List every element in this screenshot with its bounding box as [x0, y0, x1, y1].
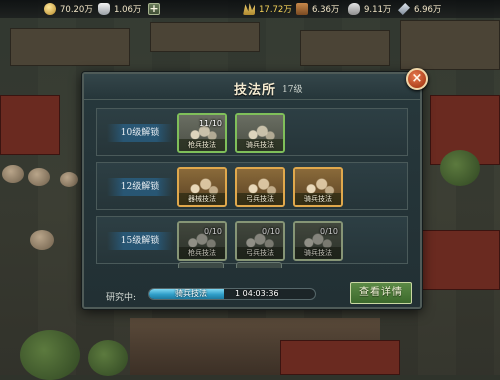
skill-card[interactable]: 0/10 枪兵技法	[177, 221, 227, 261]
stone-icon	[348, 3, 360, 15]
silver-ingot-icon	[98, 3, 110, 15]
research-skill-name: 骑兵技法	[175, 289, 207, 298]
tier-row: 15级解锁 0/10 枪兵技法 0/10 弓兵技法 0/10 骑兵技法	[96, 216, 408, 264]
skill-card[interactable]: 器械技法	[177, 167, 227, 207]
resource-iron: 6.96万	[398, 2, 441, 16]
panel-header: 技法所 17级	[84, 74, 420, 100]
next-tier-card-peek	[178, 262, 224, 268]
skill-progress-count: 11/10	[198, 119, 222, 128]
wood-icon	[296, 3, 308, 15]
view-details-button[interactable]: 查看详情	[350, 282, 412, 304]
coin-amount: 70.20万	[60, 5, 93, 15]
skill-name: 骑兵技法	[295, 193, 341, 205]
stone-amount: 9.11万	[364, 5, 392, 15]
research-time-left: 1 04:03:36	[235, 289, 279, 298]
close-button[interactable]: ×	[406, 68, 428, 90]
skill-name: 骑兵技法	[295, 247, 341, 259]
wood-amount: 6.36万	[312, 5, 340, 15]
technique-hall-panel: 技法所 17级 × 10级解锁 11/10 枪兵技法 骑兵技法 12级解锁 器械…	[82, 68, 428, 309]
skill-card[interactable]: 骑兵技法	[293, 167, 343, 207]
skill-card[interactable]: 11/10 枪兵技法	[177, 113, 227, 153]
skill-progress-count: 0/10	[320, 227, 338, 236]
research-progress-bar: 骑兵技法 1 04:03:36	[148, 288, 316, 300]
resource-wood: 6.36万	[296, 2, 339, 16]
ingot-amount: 1.06万	[114, 5, 142, 15]
skill-card[interactable]: 骑兵技法	[235, 113, 285, 153]
panel-level: 17级	[282, 85, 303, 95]
skill-name: 骑兵技法	[237, 139, 283, 151]
resource-stone: 9.11万	[348, 2, 391, 16]
skill-name: 弓兵技法	[237, 193, 283, 205]
skill-name: 枪兵技法	[179, 247, 225, 259]
recharge-plus-button[interactable]: +	[148, 3, 160, 15]
tier-unlock-label: 12级解锁	[107, 178, 173, 196]
iron-amount: 6.96万	[414, 5, 442, 15]
tier-unlock-label: 10级解锁	[107, 124, 173, 142]
resource-ingot: 1.06万	[98, 2, 141, 16]
researching-label: 研究中:	[106, 293, 137, 303]
resource-grain: 17.72万	[243, 2, 292, 16]
grain-icon	[243, 3, 255, 15]
iron-icon	[398, 3, 410, 15]
next-tier-card-peek	[236, 262, 282, 268]
skill-name: 弓兵技法	[237, 247, 283, 259]
resource-coin: 70.20万	[44, 2, 93, 16]
coin-icon	[44, 3, 56, 15]
tier-row: 12级解锁 器械技法 弓兵技法 骑兵技法	[96, 162, 408, 210]
tier-row: 10级解锁 11/10 枪兵技法 骑兵技法	[96, 108, 408, 156]
skill-progress-count: 0/10	[204, 227, 222, 236]
skill-progress-count: 0/10	[262, 227, 280, 236]
skill-card[interactable]: 0/10 骑兵技法	[293, 221, 343, 261]
skill-tier-list[interactable]: 10级解锁 11/10 枪兵技法 骑兵技法 12级解锁 器械技法 弓兵技法 骑兵…	[96, 108, 412, 268]
panel-title: 技法所	[234, 83, 277, 98]
skill-card[interactable]: 0/10 弓兵技法	[235, 221, 285, 261]
resource-bar: 70.20万 1.06万 + 17.72万 6.36万 9.11万 6.96万	[0, 0, 500, 18]
skill-name: 器械技法	[179, 193, 225, 205]
skill-card[interactable]: 弓兵技法	[235, 167, 285, 207]
grain-amount: 17.72万	[259, 5, 292, 15]
tier-unlock-label: 15级解锁	[107, 232, 173, 250]
skill-name: 枪兵技法	[179, 139, 225, 151]
